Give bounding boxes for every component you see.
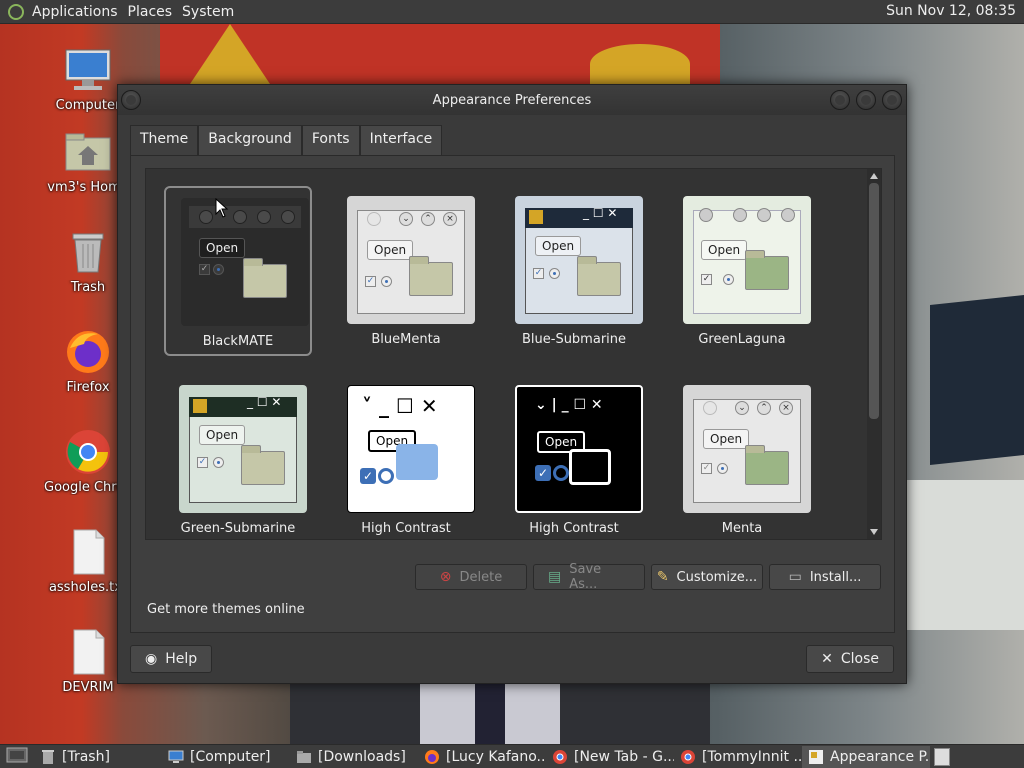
save-as-button[interactable]: ▤ Save As...	[533, 562, 645, 592]
text-file-icon	[64, 528, 112, 576]
theme-name: Blue-Submarine	[521, 332, 627, 347]
delete-button[interactable]: ⊗ Delete	[415, 564, 527, 590]
taskbar: [Trash] [Computer] [Downloads] [Lucy Kaf…	[0, 744, 1024, 768]
install-icon: ▭	[788, 569, 802, 585]
customize-button[interactable]: ✎ Customize...	[651, 564, 763, 590]
window-menu-button[interactable]	[121, 90, 141, 110]
mate-logo-icon[interactable]	[8, 3, 24, 20]
window-titlebar[interactable]: Appearance Preferences	[118, 85, 906, 115]
theme-name: Menta	[721, 521, 763, 536]
top-panel: Applications Places System Sun Nov 12, 0…	[0, 0, 1024, 24]
maximize-button[interactable]	[856, 90, 876, 110]
delete-icon: ⊗	[439, 569, 452, 585]
taskbar-item-chrome-tommyinnit[interactable]: [TommyInnit ...	[674, 746, 802, 768]
scroll-up-icon[interactable]	[870, 173, 878, 179]
taskbar-item-firefox[interactable]: [Lucy Kafano...	[418, 746, 546, 768]
taskbar-item-trash[interactable]: [Trash]	[34, 746, 162, 768]
wallpaper-printer	[905, 480, 1024, 630]
menu-places[interactable]: Places	[128, 4, 183, 20]
theme-preview: _ ☐ ✕ Open ✓	[179, 385, 307, 513]
theme-preview: ⌄ ⌃ × Open ✓	[683, 385, 811, 513]
chrome-icon	[64, 428, 112, 476]
home-folder-icon	[64, 128, 112, 176]
wallpaper-person	[290, 684, 710, 744]
wallpaper-flag	[160, 24, 720, 84]
clock[interactable]: Sun Nov 12, 08:35	[886, 3, 1016, 19]
theme-name: BlackMATE	[202, 334, 274, 349]
text-file-icon	[64, 628, 112, 676]
theme-item-green-submarine[interactable]: _ ☐ ✕ Open ✓ Green-Submarine	[164, 375, 312, 539]
close-button[interactable]: ✕ Close	[806, 645, 894, 673]
workspace-switcher[interactable]	[934, 747, 950, 766]
theme-name: High Contrast	[361, 521, 451, 536]
menu-system[interactable]: System	[182, 4, 244, 20]
help-button[interactable]: ◉ Help	[130, 645, 213, 673]
theme-preview: Open ✓	[683, 196, 811, 324]
taskbar-item-appearance[interactable]: Appearance P...	[802, 745, 930, 768]
theme-item-high-contrast[interactable]: ˅ _ ☐ ✕ Open ✓ High Contrast	[332, 375, 480, 539]
theme-item-menta[interactable]: ⌄ ⌃ × Open ✓ Menta	[668, 375, 816, 539]
close-window-button[interactable]	[882, 90, 902, 110]
tab-bar: Theme Background Fonts Interface	[130, 125, 443, 156]
mouse-cursor-icon	[215, 198, 229, 218]
theme-list-scrollbar[interactable]	[867, 169, 881, 539]
computer-icon	[168, 749, 184, 765]
minimize-button[interactable]	[830, 90, 850, 110]
theme-item-bluementa[interactable]: ⌄ ⌃ × Open ✓ BlueMenta	[332, 186, 480, 356]
theme-preview: ˅ _ ☐ ✕ Open ✓	[347, 385, 475, 513]
theme-item-blackmate[interactable]: Open ✓ BlackMATE	[164, 186, 312, 356]
theme-item-greenlaguna[interactable]: Open ✓ GreenLaguna	[668, 186, 816, 356]
trash-icon	[64, 228, 112, 276]
theme-name: BlueMenta	[371, 332, 441, 347]
tab-fonts[interactable]: Fonts	[301, 125, 360, 156]
taskbar-item-chrome-newtab[interactable]: [New Tab - G...	[546, 746, 674, 768]
theme-name: GreenLaguna	[698, 332, 786, 347]
menu-applications[interactable]: Applications	[32, 4, 128, 20]
tab-background[interactable]: Background	[198, 125, 302, 156]
show-desktop-icon[interactable]	[6, 746, 28, 768]
theme-item-blue-submarine[interactable]: _ ☐ ✕ Open ✓ Blue-Submarine	[500, 186, 648, 356]
theme-name: Green-Submarine	[180, 521, 296, 536]
tab-interface[interactable]: Interface	[359, 125, 443, 156]
folder-icon	[296, 749, 312, 765]
close-icon: ✕	[821, 651, 833, 667]
computer-icon	[64, 46, 112, 94]
theme-list: Open ✓ BlackMATE ⌄ ⌃ × Open ✓ BlueMenta …	[145, 168, 882, 540]
taskbar-item-downloads[interactable]: [Downloads]	[290, 746, 418, 768]
theme-actions: ⊗ Delete ▤ Save As... ✎ Customize... ▭ I…	[415, 562, 881, 592]
theme-tab-content: Open ✓ BlackMATE ⌄ ⌃ × Open ✓ BlueMenta …	[130, 155, 895, 633]
theme-preview: _ ☐ ✕ Open ✓	[515, 196, 643, 324]
install-button[interactable]: ▭ Install...	[769, 564, 881, 590]
chrome-icon	[552, 749, 568, 765]
firefox-icon	[424, 749, 440, 765]
trash-icon	[40, 749, 56, 765]
theme-preview: Open ✓	[181, 198, 309, 326]
save-icon: ▤	[548, 569, 562, 585]
theme-preview: ⌄ ⌃ × Open ✓	[347, 196, 475, 324]
wallpaper-monitor	[930, 295, 1024, 465]
firefox-icon	[64, 328, 112, 376]
appearance-icon	[808, 749, 824, 765]
tab-theme[interactable]: Theme	[130, 125, 199, 156]
appearance-preferences-window: Appearance Preferences Theme Background …	[117, 84, 907, 684]
window-title: Appearance Preferences	[432, 92, 592, 108]
chrome-icon	[680, 749, 696, 765]
theme-preview: ⌄ | _ ☐ ✕ Open ✓	[515, 385, 643, 513]
theme-name: High Contrast	[529, 521, 619, 536]
taskbar-item-computer[interactable]: [Computer]	[162, 746, 290, 768]
theme-item-high-contrast-inverse[interactable]: ⌄ | _ ☐ ✕ Open ✓ High Contrast	[500, 375, 648, 539]
scrollbar-thumb[interactable]	[869, 183, 879, 419]
scroll-down-icon[interactable]	[870, 529, 878, 535]
customize-icon: ✎	[656, 569, 669, 585]
help-icon: ◉	[145, 651, 158, 667]
get-more-themes-link[interactable]: Get more themes online	[147, 602, 305, 617]
